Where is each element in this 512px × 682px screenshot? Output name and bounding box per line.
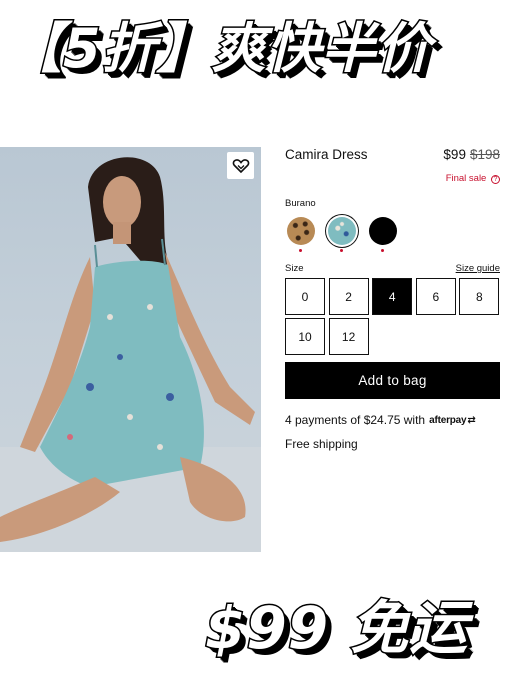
product-image[interactable]: [0, 147, 261, 552]
black-swatch: [367, 215, 399, 247]
size-option[interactable]: 2: [328, 278, 369, 315]
availability-dot: [340, 249, 343, 252]
size-selector: 0 2 4 6 8 10 12: [285, 278, 500, 355]
size-option[interactable]: 10: [285, 318, 325, 355]
afterpay-logo[interactable]: afterpay⇄: [429, 415, 476, 426]
swatch-leopard[interactable]: [285, 215, 317, 253]
product-name: Camira Dress: [285, 147, 368, 162]
installments-info: 4 payments of $24.75 with afterpay⇄: [285, 413, 500, 427]
size-option[interactable]: 0: [285, 278, 325, 315]
final-sale-label: Final sale: [445, 173, 487, 184]
leopard-swatch: [285, 215, 317, 247]
promo-price-headline: $99 免运: [203, 593, 469, 664]
burano-swatch: [326, 215, 358, 247]
afterpay-label: afterpay: [429, 414, 467, 426]
color-swatches: [285, 215, 500, 253]
product-details: Camira Dress $99 $198 Final sale ? Burano: [285, 147, 500, 451]
add-to-bag-button[interactable]: Add to bag: [285, 362, 500, 399]
shipping-info: Free shipping: [285, 437, 358, 451]
size-option[interactable]: 6: [415, 278, 456, 315]
promo-headline: 【5折】爽快半价: [7, 16, 433, 82]
size-option[interactable]: 12: [328, 318, 369, 355]
swatch-burano[interactable]: [326, 215, 358, 253]
size-guide-link[interactable]: Size guide: [456, 263, 500, 274]
wishlist-button[interactable]: [227, 152, 254, 179]
heart-icon: [232, 158, 249, 173]
swatch-black[interactable]: [367, 215, 399, 253]
question-icon: ?: [491, 175, 500, 184]
installments-text: 4 payments of $24.75 with: [285, 413, 426, 427]
size-option[interactable]: 8: [459, 278, 500, 315]
final-sale-notice[interactable]: Final sale ?: [285, 173, 500, 184]
availability-dot: [381, 249, 384, 252]
size-option-selected[interactable]: 4: [372, 278, 413, 315]
afterpay-icon: ⇄: [467, 414, 476, 426]
color-label: Burano: [285, 198, 316, 209]
original-price: $198: [469, 147, 500, 162]
availability-dot: [299, 249, 302, 252]
sale-price: $99: [443, 147, 466, 162]
size-label: Size: [285, 263, 304, 274]
price: $99 $198: [443, 147, 500, 162]
